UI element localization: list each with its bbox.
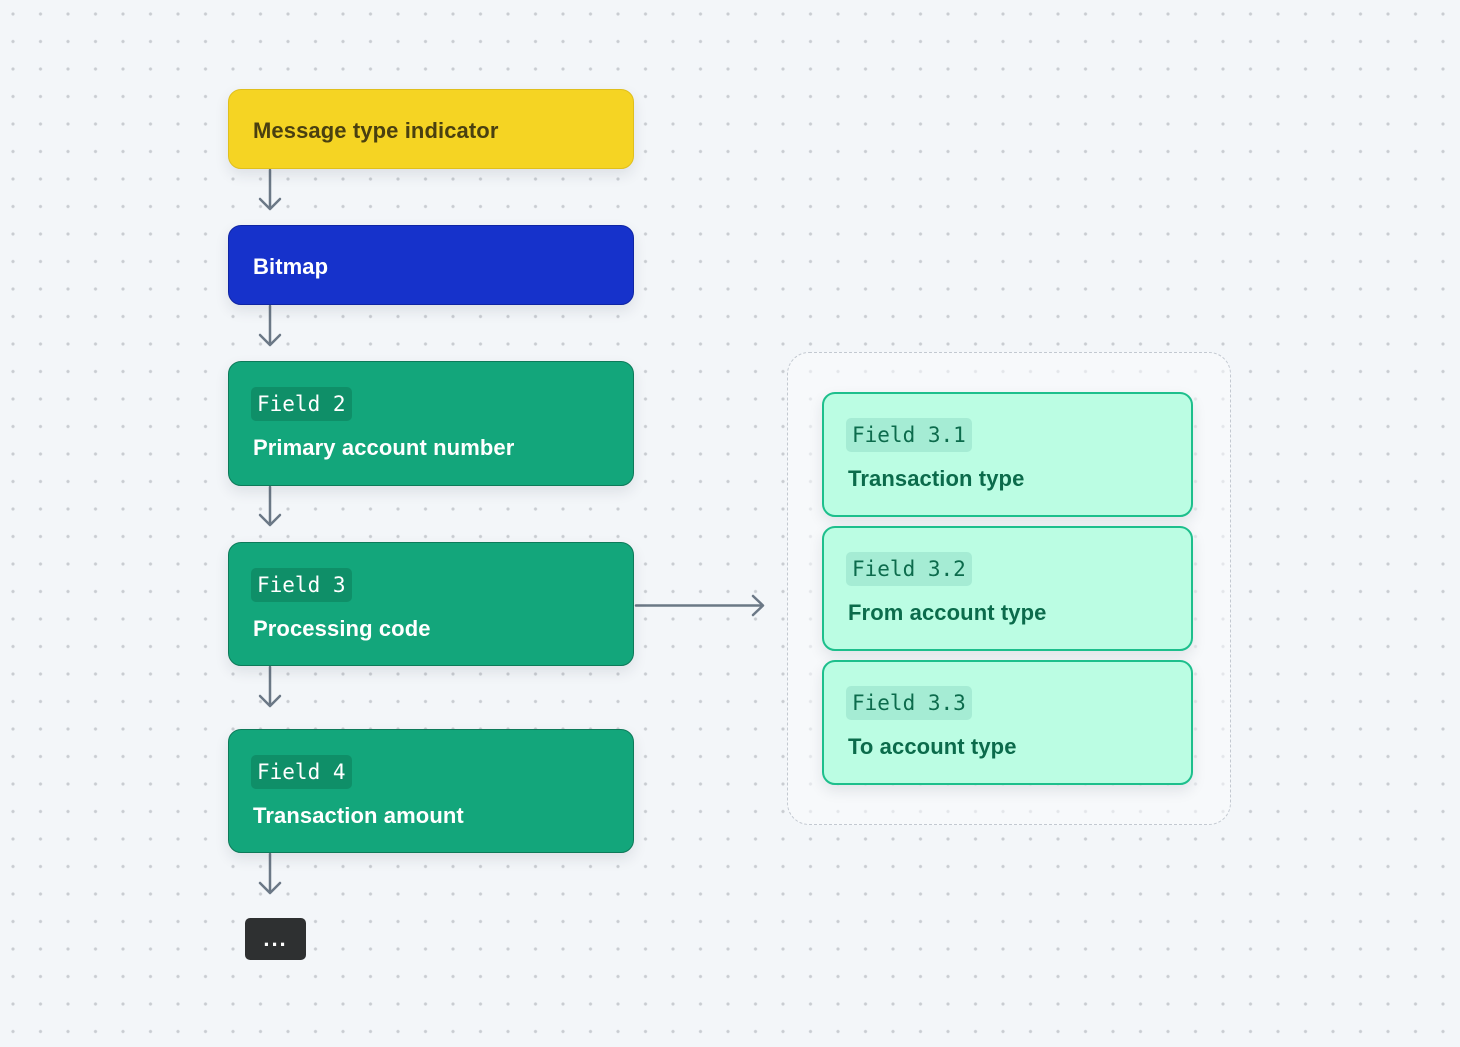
continuation-node[interactable]: ... [245,918,306,960]
arrow-field-2-to-field-3 [258,485,282,527]
field-4-node[interactable]: Field 4 Transaction amount [228,729,634,853]
field-tag: Field 3 [251,568,352,602]
bitmap-node[interactable]: Bitmap [228,225,634,305]
node-title: Bitmap [253,254,329,279]
arrow-field-3-to-field-4 [258,665,282,708]
field-tag: Field 3.1 [846,418,972,452]
node-title: Message type indicator [253,118,499,143]
node-title: Processing code [253,616,431,641]
field-tag: Field 4 [251,755,352,789]
arrow-field-4-to-continuation [258,852,282,895]
field-tag: Field 3.2 [846,552,972,586]
message-type-indicator-node[interactable]: Message type indicator [228,89,634,169]
field-3-node[interactable]: Field 3 Processing code [228,542,634,666]
arrow-bitmap-to-field-2 [258,304,282,347]
field-tag: Field 3.3 [846,686,972,720]
node-title: Transaction amount [253,803,464,828]
node-title: To account type [848,734,1017,759]
arrow-mti-to-bitmap [258,168,282,211]
node-title: From account type [848,600,1047,625]
field-3-2-node[interactable]: Field 3.2 From account type [822,526,1193,651]
field-2-node[interactable]: Field 2 Primary account number [228,361,634,486]
node-title: Transaction type [848,466,1025,491]
field-tag: Field 2 [251,387,352,421]
connector-arrows [258,168,765,895]
node-title: Primary account number [253,435,515,460]
arrow-field-3-to-subfields [634,594,765,617]
field-3-3-node[interactable]: Field 3.3 To account type [822,660,1193,785]
field-3-1-node[interactable]: Field 3.1 Transaction type [822,392,1193,517]
